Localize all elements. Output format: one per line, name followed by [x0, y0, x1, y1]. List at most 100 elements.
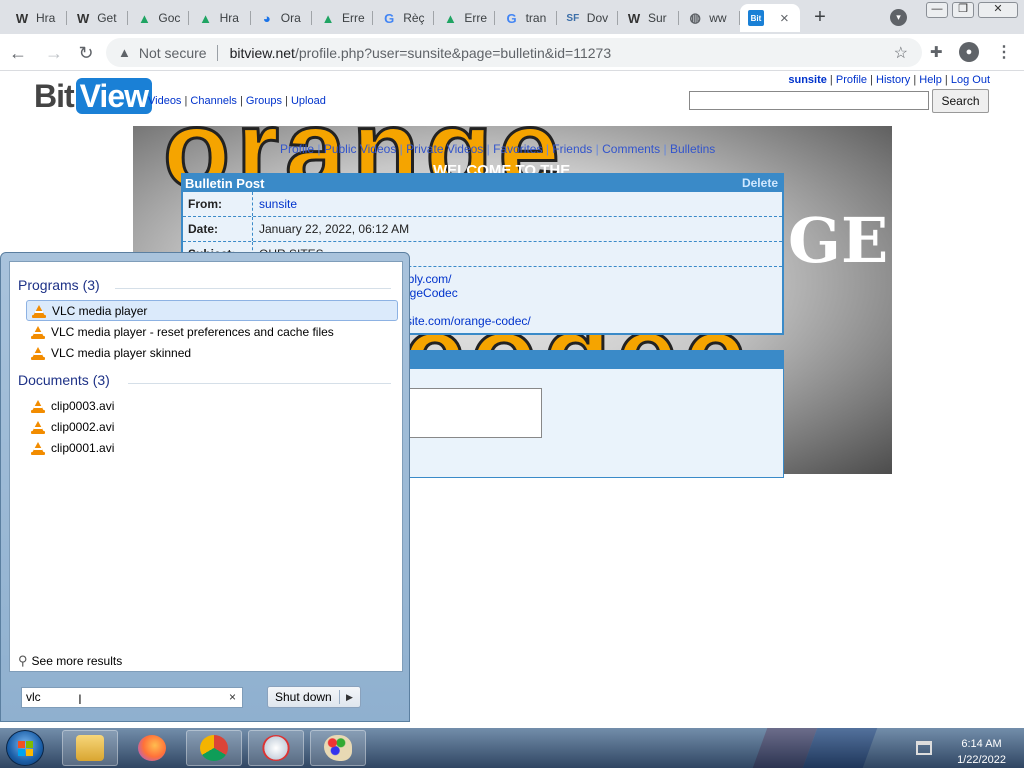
- vlc-cone-icon: [31, 420, 45, 434]
- chrome-menu-icon[interactable]: ⋮: [996, 42, 1012, 62]
- minimize-button[interactable]: —: [926, 2, 948, 18]
- new-tab-button[interactable]: +: [808, 6, 832, 30]
- back-button[interactable]: ←: [6, 41, 30, 65]
- reply-panel: [406, 350, 784, 478]
- browser-tab[interactable]: SF Dov: [557, 4, 618, 32]
- close-window-button[interactable]: ✕: [978, 2, 1018, 18]
- nav-groups[interactable]: Groups: [246, 95, 282, 107]
- tab-search-icon[interactable]: ▾: [890, 9, 907, 26]
- subnav-profile[interactable]: Profile: [280, 142, 314, 156]
- bulletin-from-row: From: sunsite: [183, 192, 782, 217]
- program-item[interactable]: VLC media player skinned: [26, 342, 398, 363]
- browser-tab[interactable]: ▲ Goc: [128, 4, 190, 32]
- shutdown-button[interactable]: Shut down ▶: [267, 686, 361, 708]
- profile-avatar-icon[interactable]: ●: [959, 42, 979, 62]
- program-label: VLC media player skinned: [51, 345, 192, 360]
- browser-tab[interactable]: Gtran: [496, 4, 557, 32]
- subnav-private-videos[interactable]: Private Videos: [406, 142, 483, 156]
- clock[interactable]: 6:14 AM 1/22/2022: [957, 736, 1006, 768]
- clear-search-icon[interactable]: ×: [229, 688, 236, 707]
- url-path: /profile.php?user=sunsite&page=bulletin&…: [294, 44, 612, 61]
- taskbar-explorer-button[interactable]: [62, 730, 118, 766]
- taskbar-snipping-button[interactable]: [248, 730, 304, 766]
- reload-button[interactable]: ↻: [74, 41, 98, 65]
- subnav-public-videos[interactable]: Public Videos: [324, 142, 397, 156]
- document-label: clip0002.avi: [51, 419, 115, 434]
- programs-divider: [115, 288, 391, 289]
- tab-label: Goc: [158, 11, 181, 25]
- reply-textarea[interactable]: [409, 388, 542, 438]
- tab-favicon-icon: SF: [566, 12, 580, 24]
- browser-tab[interactable]: ▲ Erre: [434, 4, 496, 32]
- security-label[interactable]: Not secure: [139, 45, 207, 61]
- text-cursor-icon: I: [78, 691, 82, 707]
- start-search-input[interactable]: vlc I ×: [21, 687, 243, 708]
- network-icon[interactable]: [916, 741, 932, 755]
- extensions-puzzle-icon[interactable]: ✚: [930, 43, 943, 61]
- taskbar-paint-button[interactable]: [310, 730, 366, 766]
- from-label: From:: [183, 192, 253, 216]
- from-user-link[interactable]: sunsite: [253, 192, 297, 216]
- site-search-input[interactable]: [689, 91, 929, 110]
- close-tab-icon[interactable]: ×: [780, 10, 789, 27]
- document-item[interactable]: clip0003.avi: [26, 395, 398, 416]
- nav-upload[interactable]: Upload: [291, 95, 326, 107]
- username-link[interactable]: sunsite: [788, 74, 827, 86]
- start-orb-button[interactable]: [6, 730, 44, 766]
- url-divider: [216, 44, 218, 61]
- subnav-bulletins[interactable]: Bulletins: [670, 142, 715, 156]
- program-item[interactable]: VLC media player: [26, 300, 398, 321]
- see-more-results-link[interactable]: ⚲ See more results: [18, 653, 122, 669]
- tab-active-bitview[interactable]: Bit ×: [740, 4, 800, 32]
- tab-favicon-icon: G: [384, 10, 395, 26]
- subnav-friends[interactable]: Friends: [552, 142, 592, 156]
- taskbar-chrome-button[interactable]: [186, 730, 242, 766]
- logout-link[interactable]: Log Out: [951, 74, 990, 86]
- folder-icon: [76, 735, 104, 761]
- browser-tab[interactable]: W Hra: [6, 4, 67, 32]
- nav-channels[interactable]: Channels: [190, 95, 236, 107]
- chrome-icon: [200, 735, 228, 761]
- browser-tab[interactable]: W Sur: [618, 4, 679, 32]
- browser-tab[interactable]: ◍ ww: [679, 4, 741, 32]
- logo-bit-text: Bit: [34, 78, 75, 114]
- start-menu-results: Programs (3) VLC media player VLC media …: [9, 261, 403, 672]
- bulletin-link-2[interactable]: ngeCodec: [403, 286, 458, 300]
- nav-videos[interactable]: Videos: [148, 95, 181, 107]
- browser-tab[interactable]: G Rèç: [373, 4, 435, 32]
- bitview-logo[interactable]: Bit View: [34, 78, 152, 115]
- history-link[interactable]: History: [876, 74, 910, 86]
- bulletin-link-3[interactable]: xsite.com/orange-codec/: [400, 314, 531, 328]
- taskbar-firefox-button[interactable]: [124, 730, 180, 766]
- shutdown-options-arrow-icon[interactable]: ▶: [340, 692, 353, 703]
- delete-bulletin-link[interactable]: Delete: [742, 175, 778, 192]
- maximize-button[interactable]: ❐: [952, 2, 974, 18]
- site-search-button[interactable]: Search: [932, 89, 989, 113]
- program-label: VLC media player - reset preferences and…: [51, 324, 334, 339]
- banner-ge-text: GE: [788, 204, 889, 277]
- profile-link[interactable]: Profile: [836, 74, 867, 86]
- document-label: clip0003.avi: [51, 398, 115, 413]
- url-text[interactable]: bitview.net/profile.php?user=sunsite&pag…: [230, 45, 612, 61]
- start-menu: Programs (3) VLC media player VLC media …: [0, 252, 410, 722]
- browser-tab[interactable]: ▲ Hra: [190, 4, 251, 32]
- program-item[interactable]: VLC media player - reset preferences and…: [26, 321, 398, 342]
- tab-label: ww: [709, 11, 727, 25]
- user-links: sunsite | Profile | History | Help | Log…: [788, 74, 990, 86]
- subnav-comments[interactable]: Comments: [602, 142, 660, 156]
- system-tray: 6:14 AM 1/22/2022: [912, 732, 1024, 766]
- bookmark-star-icon[interactable]: ☆: [894, 43, 908, 63]
- browser-tab[interactable]: ▲ Erre: [312, 4, 373, 32]
- browser-tab[interactable]: W Get: [67, 4, 129, 32]
- tab-label: Erre: [464, 11, 488, 25]
- document-item[interactable]: clip0001.avi: [26, 437, 398, 458]
- address-bar[interactable]: ▲ Not secure bitview.net/profile.php?use…: [106, 38, 922, 67]
- subnav-favorites[interactable]: Favorites: [493, 142, 542, 156]
- tab-label: Sur: [648, 11, 667, 25]
- vlc-cone-icon: [32, 304, 46, 318]
- browser-tab[interactable]: ◕ Ora: [251, 4, 312, 32]
- document-item[interactable]: clip0002.avi: [26, 416, 398, 437]
- clock-date: 1/22/2022: [957, 754, 1006, 766]
- help-link[interactable]: Help: [919, 74, 942, 86]
- forward-button[interactable]: →: [42, 41, 66, 65]
